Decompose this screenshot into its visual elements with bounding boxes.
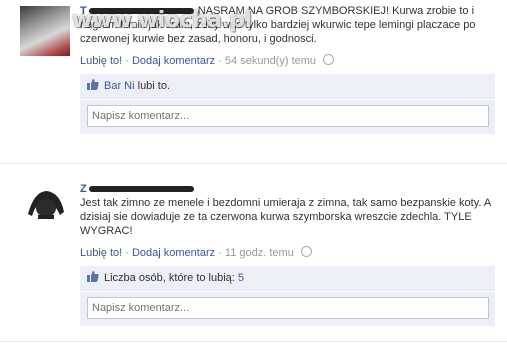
avatar[interactable] [20,182,70,232]
comment-box [80,100,495,134]
post-text: Z Jest tak zimno ze menele i bezdomni um… [80,182,491,237]
post-text: T NASRAM NA GROB SZYMBORSKIEJ! Kurwa zrob… [80,4,476,45]
comment-input[interactable] [87,297,489,319]
gear-icon[interactable] [323,54,335,65]
likes-box: Liczba osób, które to lubią: 5 [80,266,495,291]
bottom-divider [0,341,507,342]
post-divider [0,163,507,164]
post-meta: Lubię to! · Dodaj komentarz · 11 godz. t… [80,246,495,260]
redacted-name-scribble [88,8,194,15]
comment-box [80,292,495,326]
thumbs-up-icon [87,79,99,90]
redacted-name-scribble [88,186,194,193]
timestamp[interactable]: 54 sekund(y) temu [225,55,316,67]
comment-input[interactable] [87,105,489,127]
like-link[interactable]: Lubię to! [80,247,122,259]
post-meta: Lubię to! · Dodaj komentarz · 54 sekund(… [80,54,495,68]
liker-name[interactable]: Bar Ni [104,80,135,92]
likes-text: lubi to. [137,80,171,92]
likes-count[interactable]: 5 [238,272,244,284]
avatar-drawing [28,191,64,219]
author-name[interactable]: T [80,4,194,18]
add-comment-link[interactable]: Dodaj komentarz [132,55,215,67]
add-comment-link[interactable]: Dodaj komentarz [132,247,215,259]
avatar[interactable] [20,6,70,56]
likes-text: Liczba osób, które to lubią: [104,272,235,284]
like-link[interactable]: Lubię to! [80,55,122,67]
thumbs-up-icon [87,271,99,282]
author-name[interactable]: Z [80,182,194,196]
timestamp[interactable]: 11 godz. temu [225,247,294,259]
likes-box: Bar Ni lubi to. [80,74,495,99]
gear-icon[interactable] [300,246,312,257]
